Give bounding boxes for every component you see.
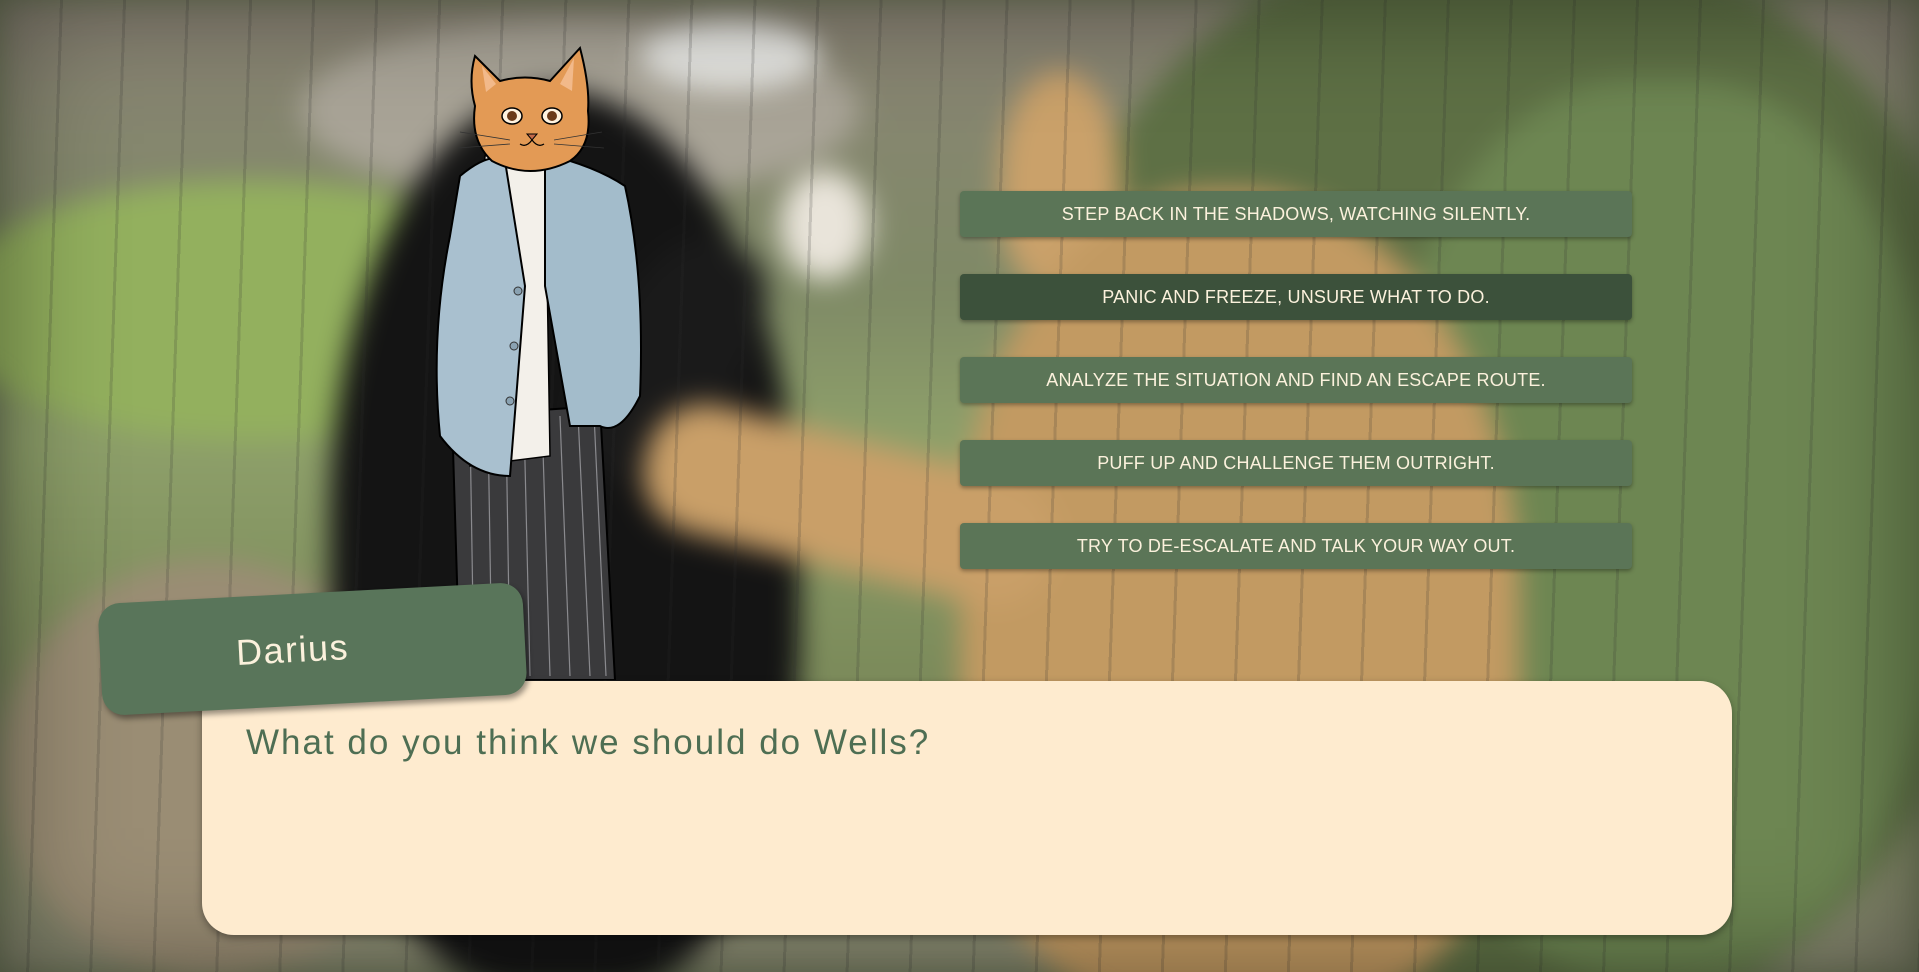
speaker-name: Darius [234, 626, 351, 673]
choice-puff-up-button[interactable]: PUFF UP AND CHALLENGE THEM OUTRIGHT. [960, 440, 1632, 486]
choice-analyze-button[interactable]: ANALYZE THE SITUATION AND FIND AN ESCAPE… [960, 357, 1632, 403]
choice-step-back-button[interactable]: STEP BACK IN THE SHADOWS, WATCHING SILEN… [960, 191, 1632, 237]
dialogue-text: What do you think we should do Wells? [246, 723, 931, 762]
speaker-name-tag: Darius [97, 581, 528, 717]
dialogue-box[interactable]: What do you think we should do Wells? [202, 681, 1732, 935]
choice-de-escalate-button[interactable]: TRY TO DE-ESCALATE AND TALK YOUR WAY OUT… [960, 523, 1632, 569]
choice-menu: STEP BACK IN THE SHADOWS, WATCHING SILEN… [960, 191, 1632, 606]
choice-panic-button[interactable]: PANIC AND FREEZE, UNSURE WHAT TO DO. [960, 274, 1632, 320]
character-sprite-darius [435, 45, 642, 680]
